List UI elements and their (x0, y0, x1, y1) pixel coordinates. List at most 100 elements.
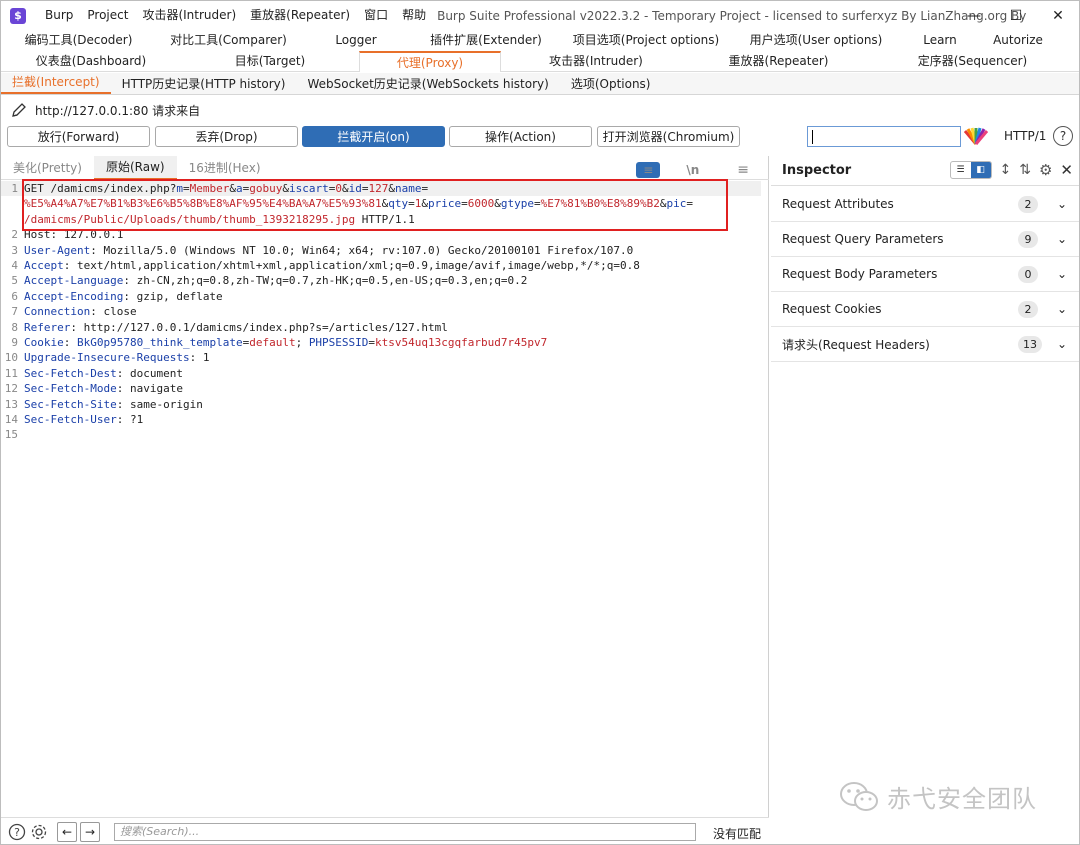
intercept-toolbar: 放行(Forward) 丢弃(Drop) 拦截开启(on) 操作(Action)… (1, 125, 1079, 149)
help-icon[interactable]: ? (7, 822, 27, 842)
previous-match-button[interactable]: ← (57, 821, 77, 842)
tab-logger[interactable]: Logger (301, 30, 411, 51)
tab-raw[interactable]: 原始(Raw) (93, 155, 177, 180)
subtab-http-history[interactable]: HTTP历史记录(HTTP history) (111, 74, 297, 94)
tab-extender[interactable]: 插件扩展(Extender) (411, 30, 561, 51)
close-inspector-icon[interactable]: ✕ (1060, 161, 1073, 179)
tab-user-options[interactable]: 用户选项(User options) (731, 30, 901, 51)
wrap-lines-icon[interactable]: ≡ (636, 162, 661, 178)
pencil-icon[interactable] (10, 101, 28, 119)
inspector-section-headers[interactable]: 请求头(Request Headers) 13 ⌄ (771, 327, 1079, 362)
settings-gear-icon[interactable] (29, 822, 49, 842)
comment-input[interactable] (807, 126, 961, 147)
forward-button[interactable]: 放行(Forward) (7, 126, 150, 147)
panel-layout-icon[interactable]: ◧ (970, 162, 991, 178)
menu-intruder[interactable]: 攻击器(Intruder) (135, 1, 243, 30)
list-layout-icon[interactable]: ☰ (951, 162, 971, 178)
chevron-down-icon[interactable]: ⌄ (1057, 267, 1067, 281)
code-line: Upgrade-Insecure-Requests: 1 (24, 350, 209, 365)
param-name: Sec-Fetch-Site (24, 397, 117, 411)
maximize-icon[interactable]: ☐ (995, 1, 1037, 30)
action-button[interactable]: 操作(Action) (449, 126, 592, 147)
chevron-down-icon[interactable]: ⌄ (1057, 197, 1067, 211)
menu-window[interactable]: 窗口 (357, 1, 395, 30)
search-input[interactable]: 搜索(Search)... (114, 823, 696, 841)
code-line: User-Agent: Mozilla/5.0 (Windows NT 10.0… (24, 243, 633, 258)
next-match-button[interactable]: → (80, 821, 100, 842)
subtab-websocket-history[interactable]: WebSocket历史记录(WebSockets history) (296, 74, 559, 94)
tab-comparer[interactable]: 对比工具(Comparer) (156, 30, 301, 51)
menu-help[interactable]: 帮助 (395, 1, 433, 30)
open-browser-button[interactable]: 打开浏览器(Chromium) (597, 126, 740, 147)
inspector-section-attributes[interactable]: Request Attributes 2 ⌄ (771, 187, 1079, 222)
code-text: : ?1 (116, 413, 144, 426)
title-bar: $ Burp Project 攻击器(Intruder) 重放器(Repeate… (1, 1, 1079, 30)
menu-bar: Burp Project 攻击器(Intruder) 重放器(Repeater)… (38, 1, 433, 30)
subtab-options[interactable]: 选项(Options) (560, 74, 662, 94)
intercept-toggle-button[interactable]: 拦截开启(on) (302, 126, 445, 147)
burp-logo-icon: $ (10, 7, 26, 24)
tab-learn[interactable]: Learn (901, 30, 979, 51)
tab-dashboard[interactable]: 仪表盘(Dashboard) (1, 51, 181, 72)
tab-target[interactable]: 目标(Target) (181, 51, 359, 72)
code-line: Sec-Fetch-Site: same-origin (24, 397, 203, 412)
top-tabs-row1: 编码工具(Decoder) 对比工具(Comparer) Logger 插件扩展… (1, 30, 1079, 51)
wechat-logo-icon (840, 781, 878, 811)
chevron-down-icon[interactable]: ⌄ (1057, 232, 1067, 246)
code-text: : text/html,application/xhtml+xml,applic… (63, 259, 640, 272)
chevron-down-icon[interactable]: ⌄ (1057, 337, 1067, 351)
collapse-all-icon[interactable]: ⇅ (1019, 162, 1031, 178)
inspector-tools: ☰ ◧ ↕ ⇅ ⚙ ✕ (949, 161, 1073, 179)
settings-gear-icon[interactable]: ⚙ (1039, 161, 1052, 179)
tab-intruder[interactable]: 攻击器(Intruder) (501, 51, 691, 72)
param-name: PHPSESSID (308, 336, 369, 349)
param-name: Sec-Fetch-Dest (24, 366, 117, 380)
code-text: : (63, 336, 77, 349)
inspector-header: Inspector ☰ ◧ ↕ ⇅ ⚙ ✕ (771, 156, 1079, 186)
proxy-sub-tabs: 拦截(Intercept) HTTP历史记录(HTTP history) Web… (1, 73, 1079, 95)
param-name: BkG0p95780_think_template (77, 336, 243, 349)
subtab-intercept[interactable]: 拦截(Intercept) (1, 72, 111, 94)
layout-toggle[interactable]: ☰ ◧ (949, 161, 992, 179)
highlight-color-icon[interactable] (964, 127, 988, 145)
section-label: 请求头(Request Headers) (782, 337, 930, 352)
tab-autorize[interactable]: Autorize (979, 30, 1057, 51)
menu-project[interactable]: Project (80, 1, 135, 30)
code-line: Cookie: BkG0p95780_think_template=defaul… (24, 335, 547, 350)
expand-all-icon[interactable]: ↕ (1000, 162, 1012, 178)
tab-hex[interactable]: 16进制(Hex) (177, 157, 273, 179)
help-icon[interactable]: ? (1053, 126, 1073, 146)
inspector-section-query-params[interactable]: Request Query Parameters 9 ⌄ (771, 222, 1079, 257)
code-text: : 1 (189, 351, 210, 365)
code-text: ; (295, 336, 309, 349)
tab-decoder[interactable]: 编码工具(Decoder) (1, 30, 156, 51)
line-number: 11 (4, 366, 18, 380)
tab-repeater[interactable]: 重放器(Repeater) (691, 51, 866, 72)
burp-window: $ Burp Project 攻击器(Intruder) 重放器(Repeate… (0, 0, 1080, 845)
inspector-section-cookies[interactable]: Request Cookies 2 ⌄ (771, 292, 1079, 327)
param-name: Sec-Fetch-Mode (24, 382, 117, 396)
menu-burp[interactable]: Burp (38, 1, 80, 30)
request-editor: 美化(Pretty) 原始(Raw) 16进制(Hex) ≡ \n ≡ 1 GET… (1, 155, 769, 817)
section-label: Request Body Parameters (782, 267, 938, 281)
close-icon[interactable]: ✕ (1037, 1, 1079, 30)
match-count: 没有匹配 (713, 827, 762, 841)
drop-button[interactable]: 丢弃(Drop) (155, 126, 298, 147)
newline-toggle[interactable]: \n (674, 159, 711, 181)
http-version-label[interactable]: HTTP/1 (1004, 129, 1046, 143)
tab-pretty[interactable]: 美化(Pretty) (1, 157, 94, 179)
tab-sequencer[interactable]: 定序器(Sequencer) (866, 51, 1079, 72)
menu-repeater[interactable]: 重放器(Repeater) (243, 1, 357, 30)
tab-project-options[interactable]: 项目选项(Project options) (561, 30, 731, 51)
editor-menu-icon[interactable]: ≡ (725, 159, 761, 181)
inspector-section-body-params[interactable]: Request Body Parameters 0 ⌄ (771, 257, 1079, 292)
code-line: Sec-Fetch-Mode: navigate (24, 381, 183, 396)
chevron-down-icon[interactable]: ⌄ (1057, 302, 1067, 316)
code-line: Accept: text/html,application/xhtml+xml,… (24, 258, 640, 273)
code-line: Connection: close (24, 304, 137, 319)
tab-proxy[interactable]: 代理(Proxy) (359, 50, 501, 72)
code-line: Accept-Encoding: gzip, deflate (24, 289, 223, 304)
line-number: 5 (11, 274, 18, 288)
minimize-icon[interactable]: — (953, 1, 995, 30)
code-text: : close (90, 305, 137, 319)
